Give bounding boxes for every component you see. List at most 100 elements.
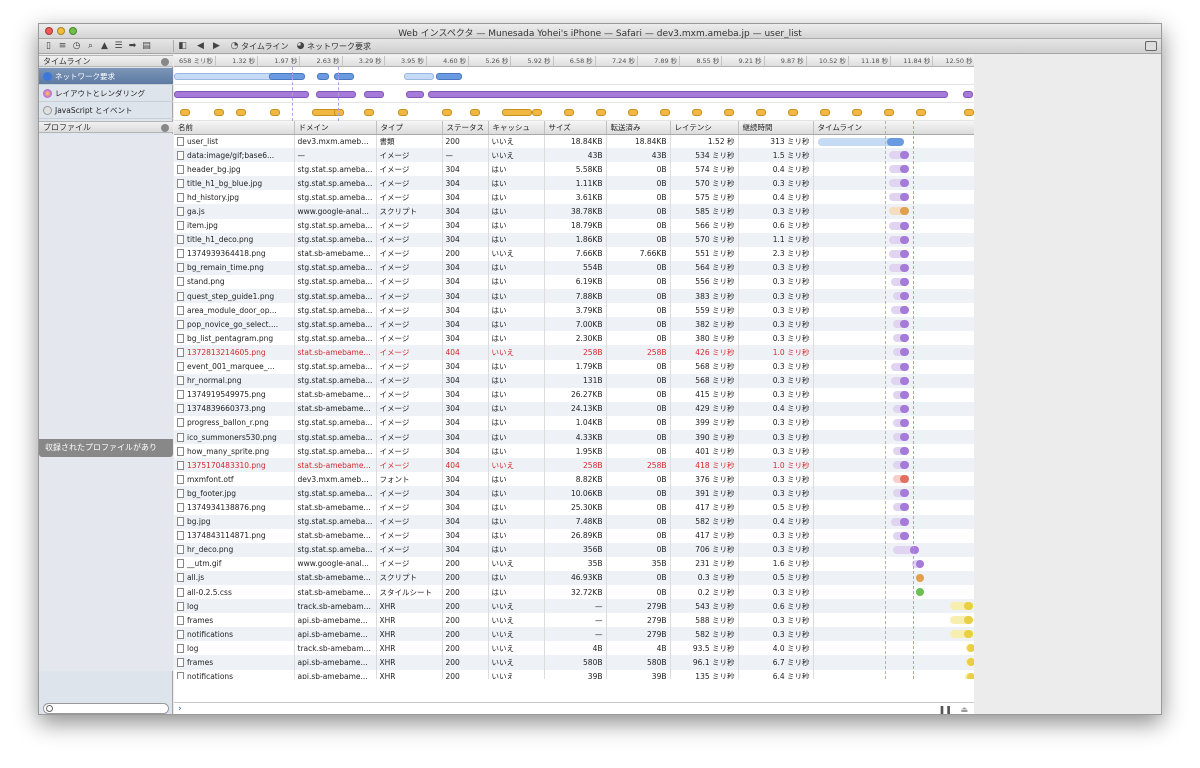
profile-record-icon[interactable] bbox=[161, 124, 169, 132]
file-icon bbox=[177, 277, 184, 287]
column-header[interactable]: 転送済み bbox=[606, 121, 671, 135]
eject-icon[interactable]: ⏏ bbox=[960, 705, 968, 714]
table-row[interactable]: header_bg.jpg stg.stat.sp.ameba... イメージ 304… bbox=[174, 162, 974, 177]
cell-name: frames bbox=[187, 658, 214, 668]
column-header[interactable]: レイテンシ bbox=[670, 121, 739, 135]
cell-latency: 0.2 ミリ秒 bbox=[670, 585, 739, 600]
column-header[interactable]: タイムライン bbox=[813, 121, 974, 135]
table-row[interactable]: ico_summoners530.png stg.stat.sp.ameba...… bbox=[174, 429, 974, 445]
table-row[interactable]: 1372813214605.png stat.sb-amebame... イメージ 4… bbox=[174, 345, 974, 360]
cell-name: 1374919549975.png bbox=[187, 390, 266, 400]
ruler-tick: 6.58 秒 bbox=[554, 56, 596, 67]
search-icon[interactable]: ⌕ bbox=[85, 41, 96, 52]
column-header[interactable]: ステータス bbox=[442, 121, 489, 135]
table-row[interactable]: frames api.sb-amebame... XHR 200 いいえ 580B 580B… bbox=[174, 655, 974, 670]
table-row[interactable]: ga.js www.google-anal... スクリプト 304 はい 38.78KB… bbox=[174, 204, 974, 219]
waterfall-download-bar bbox=[900, 249, 910, 258]
table-row[interactable]: area_module_door_op... stg.stat.sp.ameba.… bbox=[174, 303, 974, 318]
table-row[interactable]: __utm.gif www.google-anal... イメージ 200 いいえ 35B… bbox=[174, 556, 974, 571]
overview-bar bbox=[628, 109, 638, 116]
sidebar-item-javascript[interactable]: JavaScript とイベント bbox=[39, 102, 173, 119]
storage-icon[interactable]: ≡ bbox=[57, 41, 68, 52]
table-row[interactable]: log track.sb-amebame... XHR 200 いいえ 4B 4B 93.5 … bbox=[174, 641, 974, 656]
column-header[interactable]: 名前 bbox=[174, 121, 295, 135]
cell-duration: 0.3 ミリ秒 bbox=[738, 542, 814, 557]
table-row[interactable]: item.jpg stg.stat.sp.ameba... イメージ 304 はい 18.… bbox=[174, 218, 974, 233]
column-header[interactable]: 継続時間 bbox=[738, 121, 814, 135]
file-icon bbox=[177, 488, 184, 498]
table-row[interactable]: log track.sb-amebame... XHR 200 いいえ —279B 543 … bbox=[174, 599, 974, 614]
table-row[interactable]: quest_step_guide1.png stg.stat.sp.ameba..… bbox=[174, 289, 974, 304]
cell-duration: 0.3 ミリ秒 bbox=[738, 627, 814, 642]
sidebar-toggle-icon[interactable]: ◧ bbox=[177, 41, 188, 52]
table-row[interactable]: 1374919549975.png stat.sb-amebame... イメージ 3… bbox=[174, 387, 974, 402]
document-icon[interactable]: ▯ bbox=[43, 41, 54, 52]
table-row[interactable]: progress_ballon_r.png stg.stat.sp.ameba..… bbox=[174, 415, 974, 430]
pause-icon[interactable]: ❚❚ bbox=[939, 705, 952, 714]
column-header[interactable]: タイプ bbox=[376, 121, 443, 135]
column-header[interactable]: ドメイン bbox=[294, 121, 377, 135]
waterfall-download-bar bbox=[900, 165, 910, 174]
column-header[interactable]: キャッシュ bbox=[488, 121, 545, 135]
table-row[interactable]: stand.png stg.stat.sp.ameba... イメージ 304 はい 6.… bbox=[174, 274, 974, 290]
table-row[interactable]: 1374939364418.png stat.sb-amebame... イメージ 2… bbox=[174, 246, 974, 261]
sidebar-search-input[interactable] bbox=[43, 703, 169, 714]
table-row[interactable]: notifications api.sb-amebame... XHR 200 いいえ —… bbox=[174, 627, 974, 642]
console-icon[interactable]: ▤ bbox=[141, 41, 152, 52]
sidebar-item-layout[interactable]: レイアウトとレンダリング bbox=[39, 85, 173, 102]
cell-status: 304 bbox=[442, 289, 489, 304]
cell-name: ico_summoners530.png bbox=[187, 432, 277, 442]
breadcrumb-timeline[interactable]: タイムライン bbox=[241, 41, 288, 52]
table-row[interactable]: 1375170483310.png stat.sb-amebame... イメージ 4… bbox=[174, 458, 974, 473]
cell-cache: はい bbox=[488, 204, 545, 219]
table-row[interactable]: hd_history.jpg stg.stat.sp.ameba... イメージ 30… bbox=[174, 190, 974, 205]
table-row[interactable]: notifications api.sb-amebame... XHR 200 いいえ 3… bbox=[174, 669, 974, 679]
record-icon[interactable] bbox=[161, 58, 169, 66]
table-row[interactable]: title_h1_deco.png stg.stat.sp.ameba... イメー… bbox=[174, 232, 974, 247]
back-icon[interactable]: ◀ bbox=[195, 41, 206, 52]
cell-size: 258B bbox=[544, 458, 607, 473]
table-row[interactable]: event_001_marquee_... stg.stat.sp.ameba..… bbox=[174, 359, 974, 374]
table-row[interactable]: all.js stat.sb-amebame... スクリプト 200 はい 46.93K… bbox=[174, 570, 974, 585]
table-row[interactable]: data:image/gif;base6... — イメージ — いいえ 43B 43B 53… bbox=[174, 148, 974, 163]
table-row[interactable]: bg_list_pentagram.png stg.stat.sp.ameba..… bbox=[174, 331, 974, 346]
console-bar[interactable]: › ❚❚ ⏏ bbox=[174, 702, 974, 714]
timeline-icon[interactable]: ◷ bbox=[71, 41, 82, 52]
cell-name: 1375170483310.png bbox=[187, 460, 266, 470]
file-icon bbox=[177, 178, 184, 188]
cell-duration: 1.5 ミリ秒 bbox=[738, 148, 814, 163]
cell-waterfall bbox=[813, 472, 974, 487]
dock-button[interactable] bbox=[1145, 41, 1157, 51]
breadcrumb-network[interactable]: ネットワーク要求 bbox=[307, 41, 371, 52]
sidebar-item-network[interactable]: ネットワーク要求 bbox=[39, 68, 173, 85]
table-row[interactable]: hr_normal.png stg.stat.sp.ameba... イメージ 304… bbox=[174, 373, 974, 388]
cell-status: 304 bbox=[442, 190, 489, 205]
warning-icon[interactable]: ▲ bbox=[99, 41, 110, 52]
column-header[interactable]: サイズ bbox=[544, 121, 607, 135]
cell-status: 304 bbox=[442, 331, 489, 346]
cell-name: item.jpg bbox=[187, 221, 218, 231]
cell-waterfall bbox=[813, 317, 974, 332]
table-row[interactable]: hr_deco.png stg.stat.sp.ameba... イメージ 304 はい… bbox=[174, 542, 974, 557]
table-row[interactable]: mxmfont.otf dev3.mxm.ameba... フォント 304 はい 8.8… bbox=[174, 472, 974, 487]
table-row[interactable]: 1374934138876.png stat.sb-amebame... イメージ 3… bbox=[174, 500, 974, 515]
timeline-overview[interactable] bbox=[174, 67, 974, 121]
table-row[interactable]: bg.jpg stg.stat.sp.ameba... イメージ 304 はい 7.48K… bbox=[174, 514, 974, 529]
table-row[interactable]: user_list dev3.mxm.ameba... 書類 200 いいえ 18.84K… bbox=[174, 134, 974, 149]
cell-type: イメージ bbox=[376, 387, 443, 402]
cell-status: 304 bbox=[442, 373, 489, 388]
cell-size: 1.04KB bbox=[544, 415, 607, 430]
table-row[interactable]: 1374843114871.png stat.sb-amebame... イメージ 3… bbox=[174, 528, 974, 543]
table-row[interactable]: pop_novice_go_select.... stg.stat.sp.ameb… bbox=[174, 317, 974, 332]
table-row[interactable]: how_many_sprite.png stg.stat.sp.ameba... イ… bbox=[174, 444, 974, 459]
table-row[interactable]: all-0.2.5.css stat.sb-amebame... スタイルシート 20… bbox=[174, 585, 974, 600]
table-row[interactable]: 1374839660373.png stat.sb-amebame... イメージ 3… bbox=[174, 401, 974, 416]
table-row[interactable]: title_h1_bg_blue.jpg stg.stat.sp.ameba...… bbox=[174, 176, 974, 191]
table-row[interactable]: bg_footer.jpg stg.stat.sp.ameba... イメージ 304… bbox=[174, 486, 974, 501]
table-row[interactable]: frames api.sb-amebame... XHR 200 いいえ —279B 588… bbox=[174, 613, 974, 628]
table-row[interactable]: bg_remain_time.png stg.stat.sp.ameba... イメ… bbox=[174, 260, 974, 275]
list-icon[interactable]: ☰ bbox=[113, 41, 124, 52]
cell-name: title_h1_deco.png bbox=[187, 235, 254, 245]
forward-icon[interactable]: ▶ bbox=[211, 41, 222, 52]
breakpoint-icon[interactable]: ➡ bbox=[127, 41, 138, 52]
